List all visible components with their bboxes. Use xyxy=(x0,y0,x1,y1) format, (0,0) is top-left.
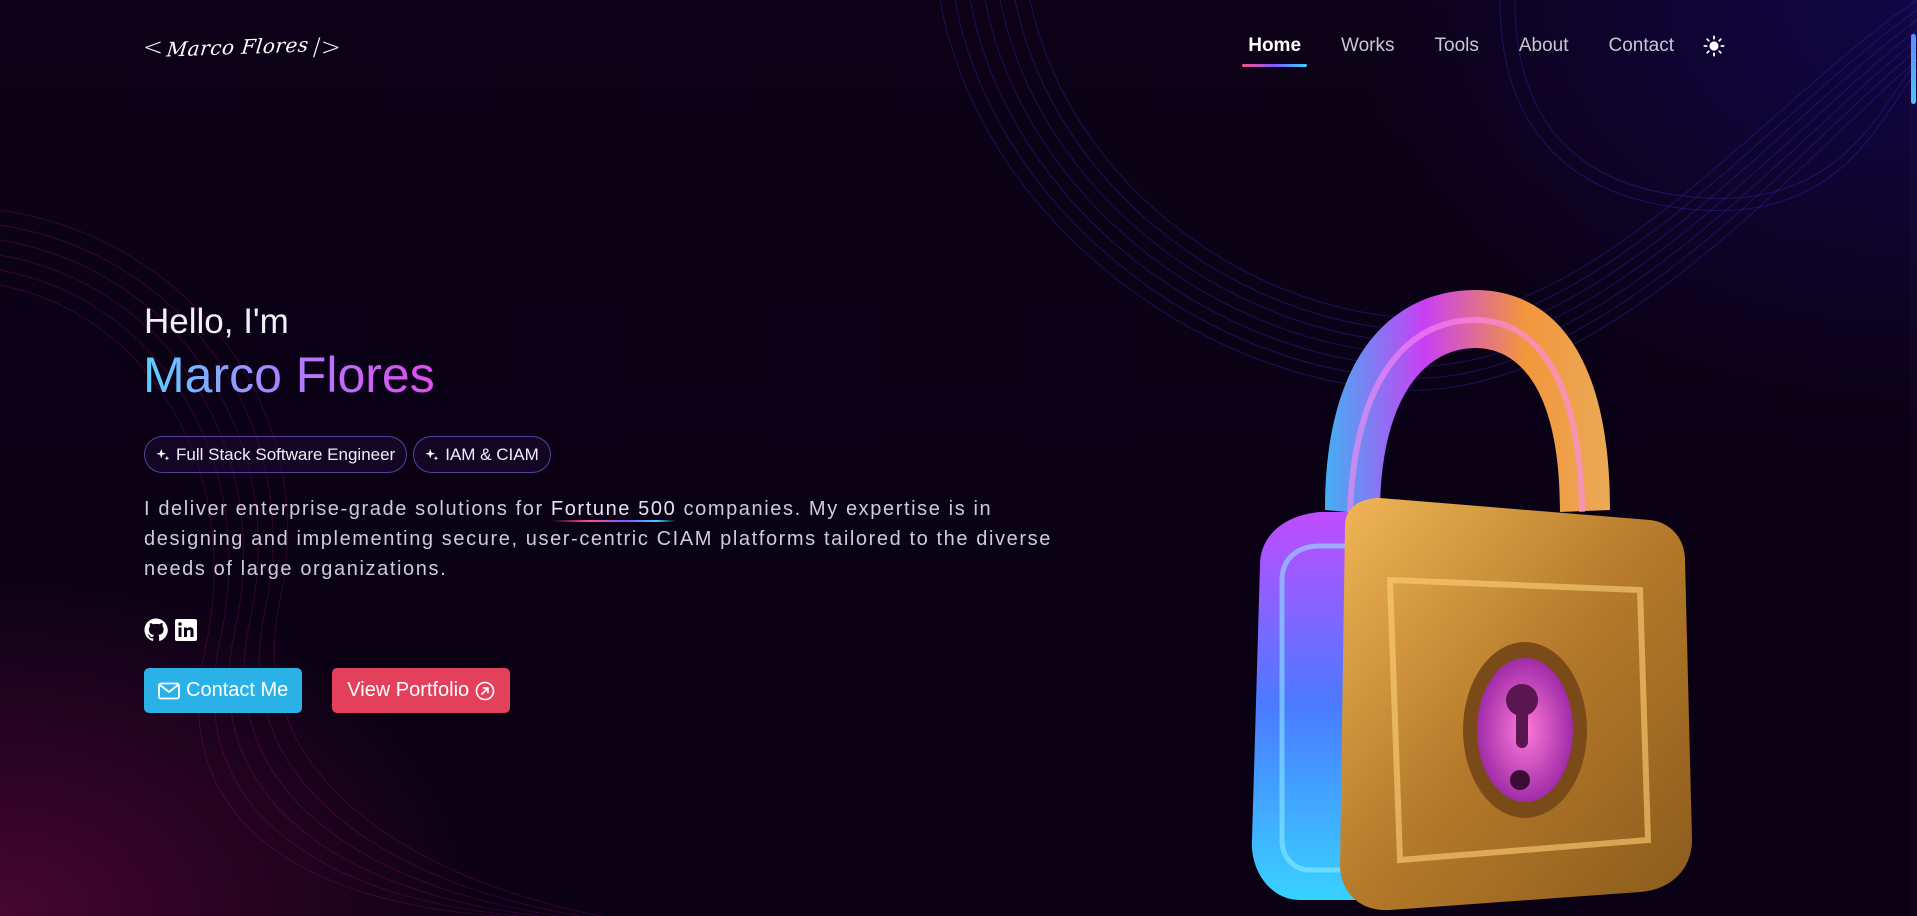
view-portfolio-label: View Portfolio xyxy=(347,679,470,701)
intro-text-start: I deliver enterprise-grade solutions for xyxy=(144,498,551,520)
logo-close-bracket: /> xyxy=(312,33,341,61)
contact-me-button[interactable]: Contact Me xyxy=(144,668,303,713)
view-portfolio-button[interactable]: View Portfolio xyxy=(332,668,511,713)
logo-signature: Marco Flores xyxy=(165,32,311,62)
role-badges: Full Stack Software Engineer IAM & CIAM xyxy=(144,436,551,473)
nav-works[interactable]: Works xyxy=(1321,35,1414,57)
badge-label: IAM & CIAM xyxy=(445,444,539,464)
hero-name: Marco Flores xyxy=(143,347,435,403)
nav-about[interactable]: About xyxy=(1499,35,1589,57)
logo-open-bracket: < xyxy=(143,33,164,61)
page-scrollbar[interactable] xyxy=(1910,0,1917,916)
badge-full-stack: Full Stack Software Engineer xyxy=(144,436,408,473)
envelope-icon xyxy=(158,682,180,699)
linkedin-icon[interactable] xyxy=(174,618,198,642)
nav-contact[interactable]: Contact xyxy=(1589,35,1694,57)
sun-icon xyxy=(1703,35,1725,57)
sparkle-icon xyxy=(156,448,170,461)
hero-greeting: Hello, I'm xyxy=(144,302,289,341)
badge-iam-ciam: IAM & CIAM xyxy=(413,436,551,473)
nav-home[interactable]: Home xyxy=(1228,35,1321,67)
social-links xyxy=(144,618,198,642)
theme-toggle-button[interactable] xyxy=(1700,32,1728,60)
hero-intro-text: I deliver enterprise-grade solutions for… xyxy=(144,494,1074,584)
hero-actions: Contact Me View Portfolio xyxy=(144,668,511,713)
contact-me-label: Contact Me xyxy=(186,679,289,701)
badge-label: Full Stack Software Engineer xyxy=(176,444,396,464)
arrow-up-right-circle-icon xyxy=(475,681,495,700)
github-icon[interactable] xyxy=(144,618,168,642)
main-nav: Home Works Tools About Contact xyxy=(1228,28,1728,67)
scrollbar-thumb[interactable] xyxy=(1911,34,1916,104)
site-logo[interactable]: < Marco Flores /> xyxy=(143,30,353,64)
padlock-illustration xyxy=(1251,290,1692,911)
sparkle-icon xyxy=(425,448,439,461)
nav-tools[interactable]: Tools xyxy=(1415,35,1499,57)
intro-highlight-fortune-500: Fortune 500 xyxy=(550,498,677,520)
